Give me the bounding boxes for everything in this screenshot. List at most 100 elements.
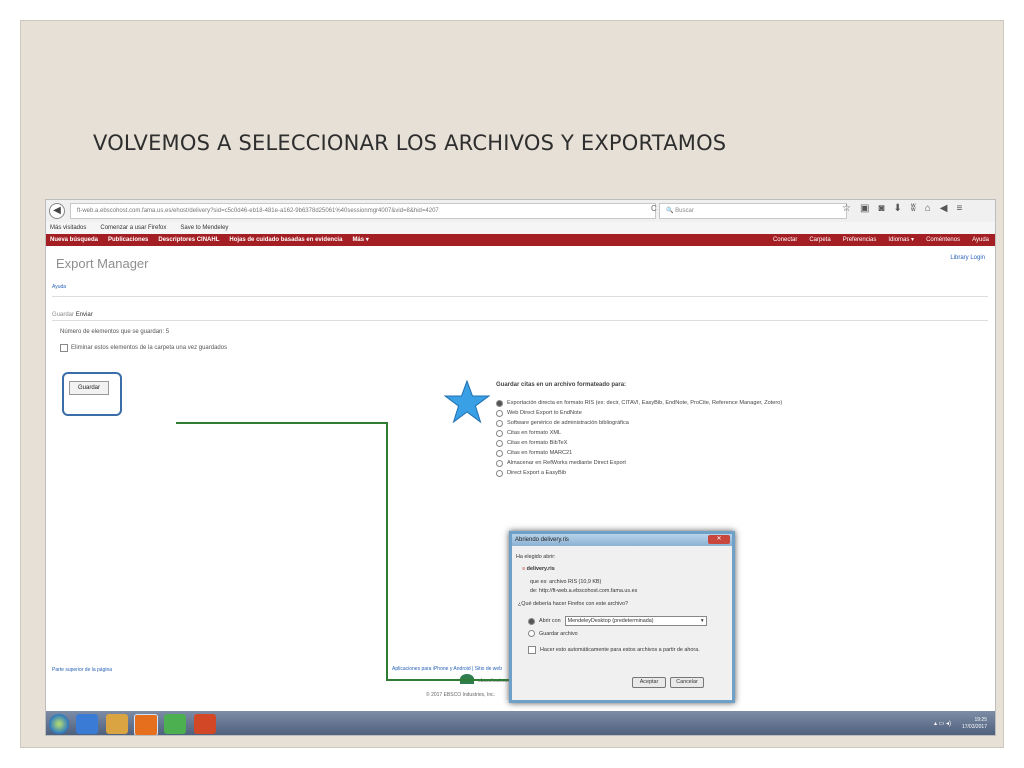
chevron-down-icon: ▾ [700, 618, 704, 624]
num-items-text: Número de elementos que se guardan: 5 [60, 329, 170, 335]
toolbar-icons: ☆ ▣ ◙ ⬇ ʬ ⌂ ◀ ≡ [842, 203, 962, 214]
option-marc21[interactable]: Citas en formato MARC21 [496, 448, 782, 458]
menu-publicaciones[interactable]: Publicaciones [108, 234, 148, 246]
close-icon[interactable]: ✕ [708, 535, 730, 544]
guardar-button[interactable]: Guardar [69, 381, 109, 395]
powerpoint-icon[interactable] [194, 714, 216, 734]
options-title: Guardar citas en un archivo formateado p… [496, 382, 627, 388]
menu-preferencias[interactable]: Preferencias [843, 234, 877, 246]
search-placeholder: Buscar [675, 208, 694, 214]
star-annotation-icon [444, 380, 490, 424]
auto-row[interactable]: Hacer esto automáticamente para estos ar… [528, 646, 700, 654]
radio[interactable] [496, 409, 503, 417]
back-icon[interactable]: ◀ [49, 203, 65, 219]
accept-button[interactable]: Aceptar [632, 677, 666, 688]
option-endnote[interactable]: Web Direct Export to EndNote [496, 408, 782, 418]
option-generic[interactable]: Software genérico de administración bibl… [496, 418, 782, 428]
radio[interactable] [496, 419, 503, 427]
eliminar-checkbox-row[interactable]: Eliminar estos elementos de la carpeta u… [60, 344, 227, 352]
slide-title: VOLVEMOS A SELECCIONAR LOS ARCHIVOS Y EX… [93, 131, 727, 155]
dialog-from-line: de: http://ft-web.a.ebscohost.com.fama.u… [530, 588, 638, 594]
save-file-row[interactable]: Guardar archivo [528, 630, 578, 637]
library-login-link[interactable]: Library Login [950, 255, 985, 261]
open-with-label: Abrir con [539, 618, 561, 624]
open-with-radio[interactable] [528, 617, 535, 625]
radio[interactable] [496, 469, 503, 477]
eliminar-checkbox[interactable] [60, 344, 68, 352]
radio[interactable] [496, 459, 503, 467]
tab-guardar[interactable]: Guardar [52, 312, 74, 318]
save-file-label: Guardar archivo [539, 630, 578, 637]
address-bar[interactable]: ft-web.a.ebscohost.com.fama.us.es/ehost/… [70, 203, 656, 219]
save-file-radio[interactable] [528, 630, 535, 637]
divider [52, 320, 988, 321]
dialog-type-line: que es: archivo RIS (10,9 KB) [530, 579, 602, 585]
footer-links[interactable]: Aplicaciones para iPhone y Android | Sit… [392, 666, 502, 672]
radio[interactable] [496, 429, 503, 437]
menu-descriptores[interactable]: Descriptores CINAHL [158, 234, 219, 246]
explorer-icon[interactable] [106, 714, 128, 734]
menu-idiomas[interactable]: Idiomas ▾ [888, 234, 914, 246]
page-title: Export Manager [56, 256, 149, 271]
chrome-icon[interactable] [164, 714, 186, 734]
eliminar-label: Eliminar estos elementos de la carpeta u… [71, 345, 228, 351]
option-label: Direct Export a EasyBib [507, 470, 567, 476]
app-select[interactable]: MendeleyDesktop (predeterminada) ▾ [564, 616, 707, 626]
back-to-top-link[interactable]: Parte superior de la página [52, 667, 112, 673]
mendeley-icon[interactable]: ʬ [911, 203, 916, 214]
ebsco-logo [460, 674, 474, 684]
cancel-button[interactable]: Cancelar [670, 677, 704, 688]
filename-text: delivery.ris [526, 566, 555, 572]
option-xml[interactable]: Citas en formato XML [496, 428, 782, 438]
dialog-question: ¿Qué debería hacer Firefox con este arch… [518, 601, 628, 607]
firefox-icon[interactable] [134, 714, 158, 735]
radio-selected[interactable] [496, 399, 503, 407]
clock[interactable]: 19:25 17/03/2017 [962, 717, 987, 731]
search-input[interactable]: 🔍 Buscar [659, 203, 847, 219]
ie-icon[interactable] [76, 714, 98, 734]
export-options: Exportación directa en formato RIS (ex: … [496, 398, 782, 478]
menu-hojas[interactable]: Hojas de cuidado basadas en evidencia [229, 234, 342, 246]
bookmark-item[interactable]: Más visitados [50, 222, 86, 234]
bookmark-item[interactable]: Comenzar a usar Firefox [100, 222, 166, 234]
browser-screenshot: ◀ ft-web.a.ebscohost.com.fama.us.es/ehos… [45, 199, 996, 736]
menu-conectar[interactable]: Conectar [773, 234, 797, 246]
option-ris[interactable]: Exportación directa en formato RIS (ex: … [496, 398, 782, 408]
dialog-heading: Ha elegido abrir: [516, 554, 556, 560]
menu-nueva-busqueda[interactable]: Nueva búsqueda [50, 234, 98, 246]
start-button-icon[interactable] [49, 714, 69, 734]
option-easybib[interactable]: Direct Export a EasyBib [496, 468, 782, 478]
star-icon[interactable]: ☆ [842, 203, 851, 214]
windows-taskbar: ▴ ▭ ◂) 19:25 17/03/2017 [46, 711, 995, 735]
dialog-filename: ≡ delivery.ris [522, 566, 555, 572]
tray-icons[interactable]: ▴ ▭ ◂) [934, 720, 951, 727]
send-icon[interactable]: ◀ [940, 203, 948, 214]
menu-mas[interactable]: Más ▾ [352, 234, 368, 246]
option-label: Exportación directa en formato RIS (ex: … [507, 400, 783, 406]
clock-time: 19:25 [974, 717, 987, 723]
radio[interactable] [496, 439, 503, 447]
menu-icon[interactable]: ≡ [956, 203, 962, 214]
open-file-dialog: Abriendo delivery.ris ✕ Ha elegido abrir… [509, 531, 735, 703]
menu-carpeta[interactable]: Carpeta [809, 234, 830, 246]
ayuda-link[interactable]: Ayuda [52, 284, 66, 290]
slide: VOLVEMOS A SELECCIONAR LOS ARCHIVOS Y EX… [20, 20, 1004, 748]
option-refworks[interactable]: Almacenar en RefWorks mediante Direct Ex… [496, 458, 782, 468]
option-bibtex[interactable]: Citas en formato BibTeX [496, 438, 782, 448]
radio[interactable] [496, 449, 503, 457]
option-label: Citas en formato XML [507, 430, 562, 436]
copyright: © 2017 EBSCO Industries, Inc. [426, 692, 495, 698]
menu-ayuda[interactable]: Ayuda [972, 234, 989, 246]
bookmark-item[interactable]: Save to Mendeley [180, 222, 228, 234]
open-with-row[interactable]: Abrir con MendeleyDesktop (predeterminad… [528, 616, 707, 626]
home-icon[interactable]: ⌂ [925, 203, 931, 214]
tab-enviar[interactable]: Enviar [76, 312, 93, 318]
tab-row: Guardar Enviar [52, 312, 93, 318]
pocket-icon[interactable]: ◙ [878, 203, 884, 214]
auto-label: Hacer esto automáticamente para estos ar… [540, 647, 700, 653]
reload-icon[interactable]: C [651, 204, 657, 213]
menu-comentenos[interactable]: Coméntenos [926, 234, 960, 246]
download-icon[interactable]: ⬇ [893, 203, 901, 214]
auto-checkbox[interactable] [528, 646, 536, 654]
clipboard-icon[interactable]: ▣ [860, 203, 869, 214]
